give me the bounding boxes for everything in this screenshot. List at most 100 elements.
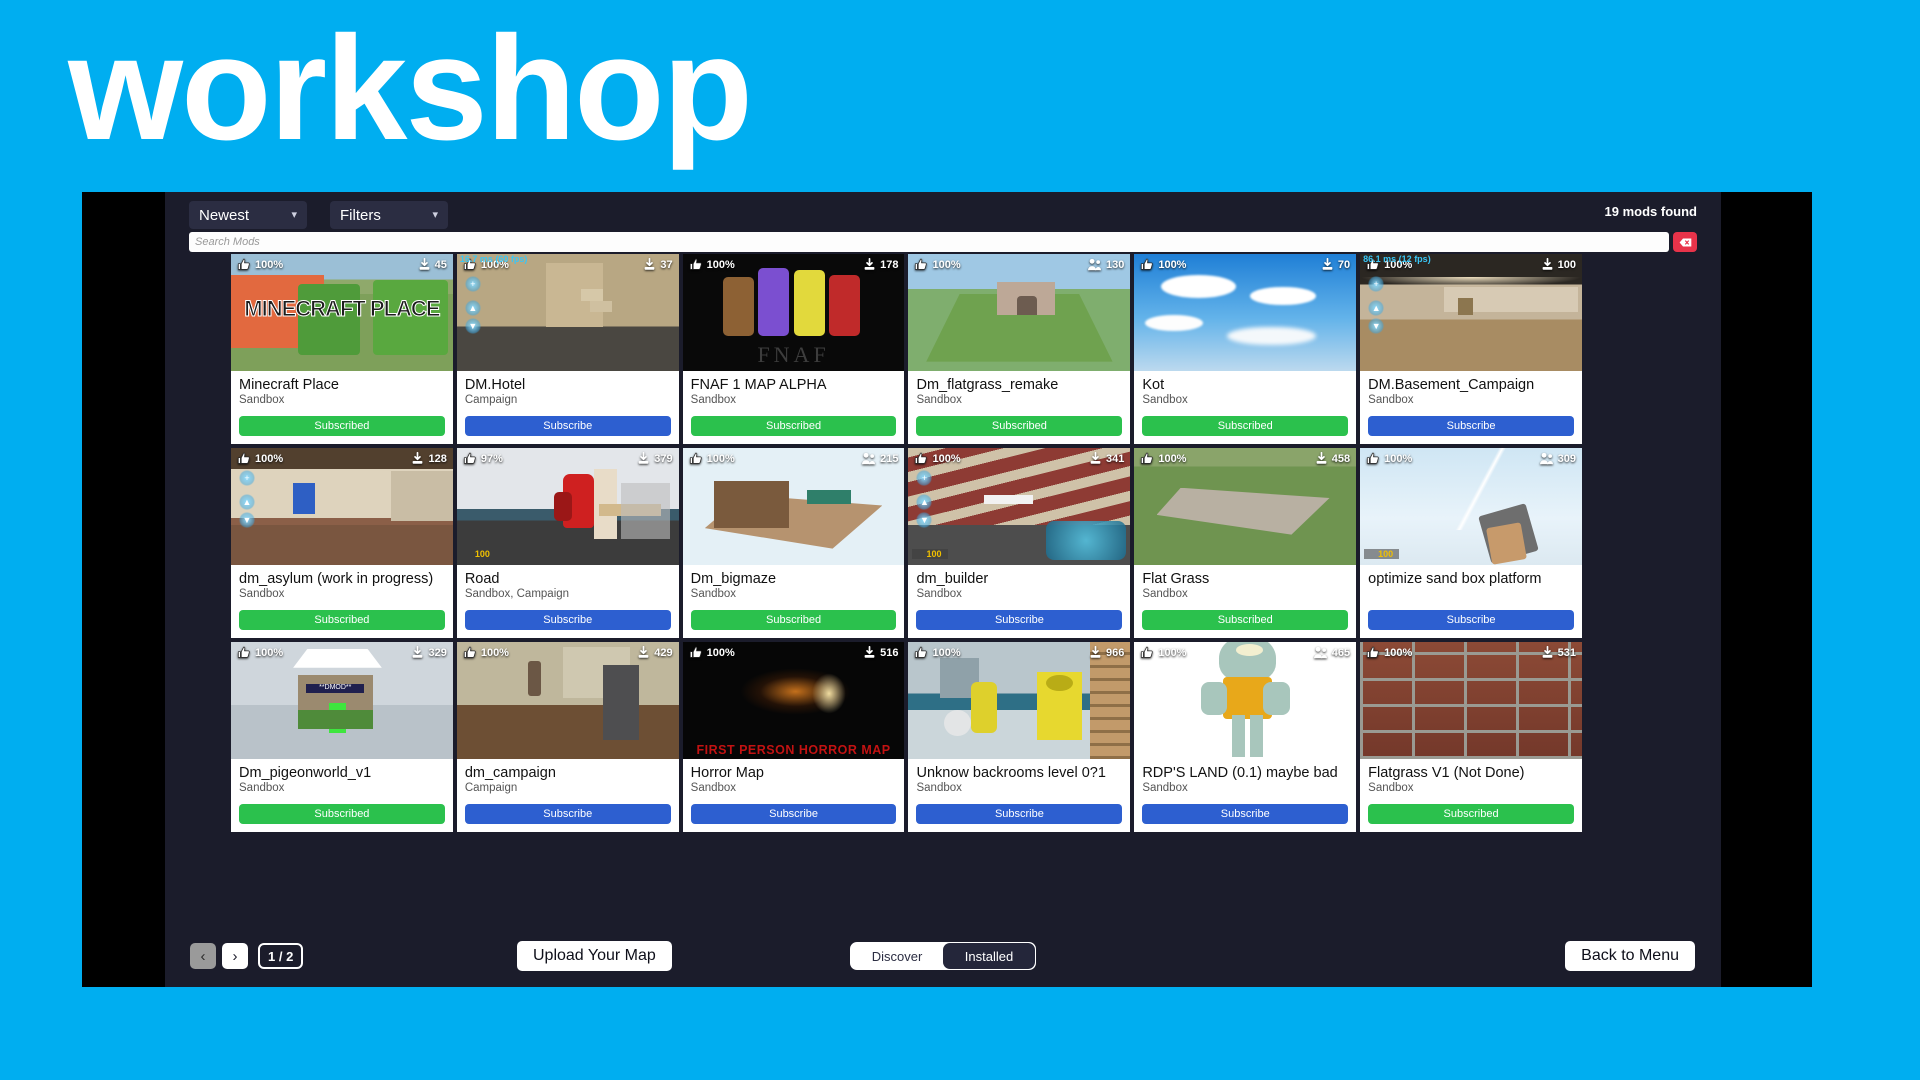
rating-value: 100%: [1158, 258, 1187, 271]
next-page-button[interactable]: ›: [222, 943, 248, 969]
subscribe-button[interactable]: Subscribe: [1368, 610, 1574, 630]
unsubscribe-button[interactable]: Subscribed: [916, 416, 1123, 436]
mod-card[interactable]: 100% 465 RDP'S LAND (0.1) maybe bad Sandbox…: [1134, 642, 1357, 832]
unsubscribe-button[interactable]: Subscribed: [239, 610, 445, 630]
mod-card-body: dm_asylum (work in progress) Sandbox Subsc…: [231, 565, 453, 638]
rating-badge: 100%: [689, 646, 735, 659]
mod-card[interactable]: 100 100% 309 optimize sand box platform Subs…: [1360, 448, 1582, 638]
unsubscribe-button[interactable]: Subscribed: [690, 416, 897, 436]
unsubscribe-button[interactable]: Subscribed: [1142, 416, 1349, 436]
mod-card[interactable]: FNAF 100% 178 FNAF 1 MAP ALPHA Sandbox Subscr…: [682, 254, 905, 444]
subscribe-button[interactable]: Subscribe: [464, 610, 671, 630]
unsubscribe-button[interactable]: Subscribed: [239, 804, 445, 824]
download-count-value: 45: [434, 258, 447, 271]
mod-title: FNAF 1 MAP ALPHA: [690, 377, 827, 393]
rating-badge: 100%: [914, 452, 961, 465]
download-count-value: 128: [428, 452, 447, 465]
download-count-value: 465: [1331, 646, 1351, 659]
mod-grid: MINECRAFT PLACE 100% 45 Minecraft Place Sand…: [231, 254, 1582, 832]
mod-card[interactable]: 100% 966 Unknow backrooms level 0?1 Sandbox…: [908, 642, 1131, 832]
upload-map-button[interactable]: Upload Your Map: [517, 941, 672, 971]
download-count-badge: 130: [1087, 258, 1124, 271]
nav-orb-icon: ▼: [239, 512, 255, 528]
download-count-value: 516: [880, 646, 899, 659]
mod-card[interactable]: 86.1 ms (12 fps) + ▲ ▼ 100% 100 DM.Basement_Ca…: [1360, 254, 1582, 444]
download-icon: [1541, 646, 1554, 659]
unsubscribe-button[interactable]: Subscribed: [1142, 610, 1349, 630]
subscribe-button[interactable]: Subscribe: [464, 804, 671, 824]
back-to-menu-button[interactable]: Back to Menu: [1565, 941, 1695, 971]
unsubscribe-button[interactable]: Subscribed: [239, 416, 445, 436]
clear-search-button[interactable]: [1673, 232, 1697, 252]
mod-card[interactable]: 100 97% 379 Road Sandbox, Campaign Subscribe: [456, 448, 679, 638]
download-count-badge: 70: [1321, 258, 1350, 271]
mod-card[interactable]: 16.7 ms (60 fps) + ▲ ▼ 100% 37 DM.Hotel Campaig…: [456, 254, 679, 444]
mod-card[interactable]: 100% 70 Kot Sandbox Subscribed: [1134, 254, 1357, 444]
mod-card[interactable]: 100% 429 dm_campaign Campaign Subscribe: [456, 642, 679, 832]
nav-orb-icon: +: [464, 276, 481, 292]
unsubscribe-button[interactable]: Subscribed: [1368, 804, 1574, 824]
chevron-down-icon: ▾: [291, 208, 297, 221]
subscribe-button[interactable]: Subscribe: [916, 610, 1123, 630]
mod-card-body: DM.Hotel Campaign Subscribe: [457, 371, 679, 444]
mod-card[interactable]: 100% 215 Dm_bigmaze Sandbox Subscribed: [682, 448, 905, 638]
mod-thumbnail: 100% 429: [456, 642, 679, 759]
mod-card-body: Road Sandbox, Campaign Subscribe: [457, 565, 679, 638]
page-indicator: 1 / 2: [258, 943, 304, 969]
mod-card[interactable]: **DMOD** 100% 329 Dm_pigeonworld_v1 Sandbox…: [231, 642, 453, 832]
download-count-value: 37: [660, 258, 673, 271]
unsubscribe-button[interactable]: Subscribed: [690, 610, 897, 630]
rating-value: 100%: [255, 258, 284, 271]
subscribe-button[interactable]: Subscribe: [916, 804, 1123, 824]
mod-card[interactable]: 100% 130 Dm_flatgrass_remake Sandbox Subscri…: [908, 254, 1131, 444]
filters-dropdown[interactable]: Filters ▾: [330, 201, 448, 229]
mod-thumbnail: 100% 531: [1360, 642, 1582, 759]
thumbs-up-icon: [689, 258, 703, 271]
mod-card[interactable]: 100% 531 Flatgrass V1 (Not Done) Sandbox Sub…: [1360, 642, 1582, 832]
mod-card[interactable]: + ▲ ▼ 100% 128 dm_asylum (work in progress) Sa…: [231, 448, 453, 638]
thumbs-up-icon: [689, 452, 703, 465]
mod-category: Sandbox: [1142, 588, 1188, 601]
thumbs-up-icon: [237, 258, 251, 271]
mod-card-body: Flatgrass V1 (Not Done) Sandbox Subscribed: [1360, 759, 1582, 832]
page-title: workshop: [68, 6, 753, 171]
mod-card[interactable]: + ▲ ▼ 100 100% 341 dm_builder Sandbox Subscribe: [908, 448, 1131, 638]
nav-orb-icon: ▲: [239, 494, 255, 510]
mod-card-body: dm_campaign Campaign Subscribe: [457, 759, 679, 832]
subscribe-button[interactable]: Subscribe: [464, 416, 671, 436]
subscribe-button[interactable]: Subscribe: [690, 804, 897, 824]
thumbs-up-icon: [1366, 452, 1380, 465]
tab-installed[interactable]: Installed: [943, 943, 1035, 969]
sort-dropdown[interactable]: Newest ▾: [189, 201, 307, 229]
subscribe-button[interactable]: Subscribe: [1368, 416, 1574, 436]
download-icon: [863, 646, 876, 659]
fps-overlay: 16.7 ms (60 fps): [459, 254, 528, 264]
download-icon: [411, 646, 424, 659]
mod-card-body: Unknow backrooms level 0?1 Sandbox Subscri…: [908, 759, 1130, 832]
mod-thumbnail: 100 100% 309: [1360, 448, 1582, 565]
download-count-badge: 37: [643, 258, 673, 271]
mod-category: Sandbox: [239, 394, 285, 407]
subscribe-button[interactable]: Subscribe: [1142, 804, 1349, 824]
mod-title: Dm_flatgrass_remake: [916, 377, 1059, 393]
rating-badge: 100%: [237, 646, 283, 659]
tab-discover[interactable]: Discover: [851, 943, 943, 969]
download-count-badge: 215: [861, 452, 898, 465]
mod-card[interactable]: 100% 458 Flat Grass Sandbox Subscribed: [1134, 448, 1357, 638]
prev-page-button[interactable]: ‹: [190, 943, 216, 969]
mod-card[interactable]: FIRST PERSON HORROR MAP 100% 516 Horror Map…: [682, 642, 905, 832]
players-icon: [1087, 258, 1102, 271]
rating-value: 100%: [255, 646, 284, 659]
download-icon: [1089, 452, 1102, 465]
mod-title: RDP'S LAND (0.1) maybe bad: [1142, 765, 1338, 781]
mod-card-body: optimize sand box platform Subscribe: [1360, 565, 1582, 638]
search-input[interactable]: [189, 232, 1669, 252]
rating-value: 100%: [932, 646, 961, 659]
mod-title: Dm_bigmaze: [690, 571, 777, 587]
mod-thumbnail: FNAF 100% 178: [682, 254, 905, 371]
download-count-value: 329: [428, 646, 447, 659]
thumbs-up-icon: [914, 258, 928, 271]
mod-card[interactable]: MINECRAFT PLACE 100% 45 Minecraft Place Sand…: [231, 254, 453, 444]
mod-card-body: RDP'S LAND (0.1) maybe bad Sandbox Subscri…: [1134, 759, 1356, 832]
rating-value: 100%: [706, 646, 735, 659]
